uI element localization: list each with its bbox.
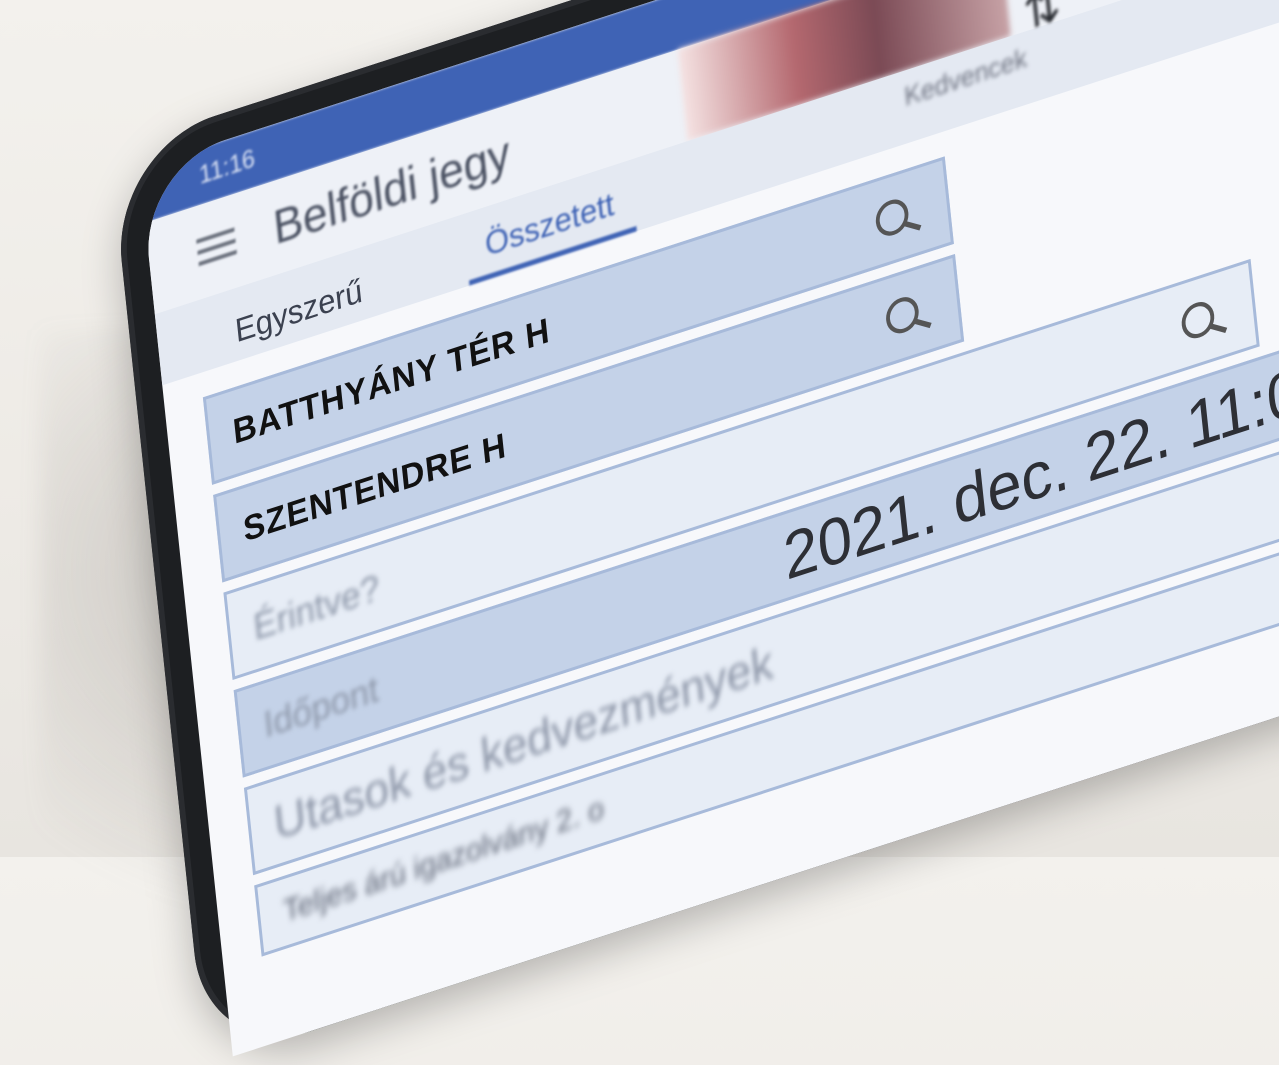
phone-screen: 11:16 Belföldi jegy ✕ Egyszerű Összetett… <box>139 0 1279 1057</box>
search-icon[interactable] <box>1179 297 1216 343</box>
smartphone: 11:16 Belföldi jegy ✕ Egyszerű Összetett… <box>110 0 1279 1065</box>
time-label: Időpont <box>261 667 381 746</box>
status-time: 11:16 <box>197 144 257 190</box>
menu-icon[interactable] <box>196 227 237 267</box>
search-icon[interactable] <box>884 292 921 338</box>
swap-small-icon[interactable]: ⇅ <box>1021 0 1063 41</box>
via-placeholder: Érintve? <box>251 565 382 649</box>
search-icon[interactable] <box>874 195 911 241</box>
